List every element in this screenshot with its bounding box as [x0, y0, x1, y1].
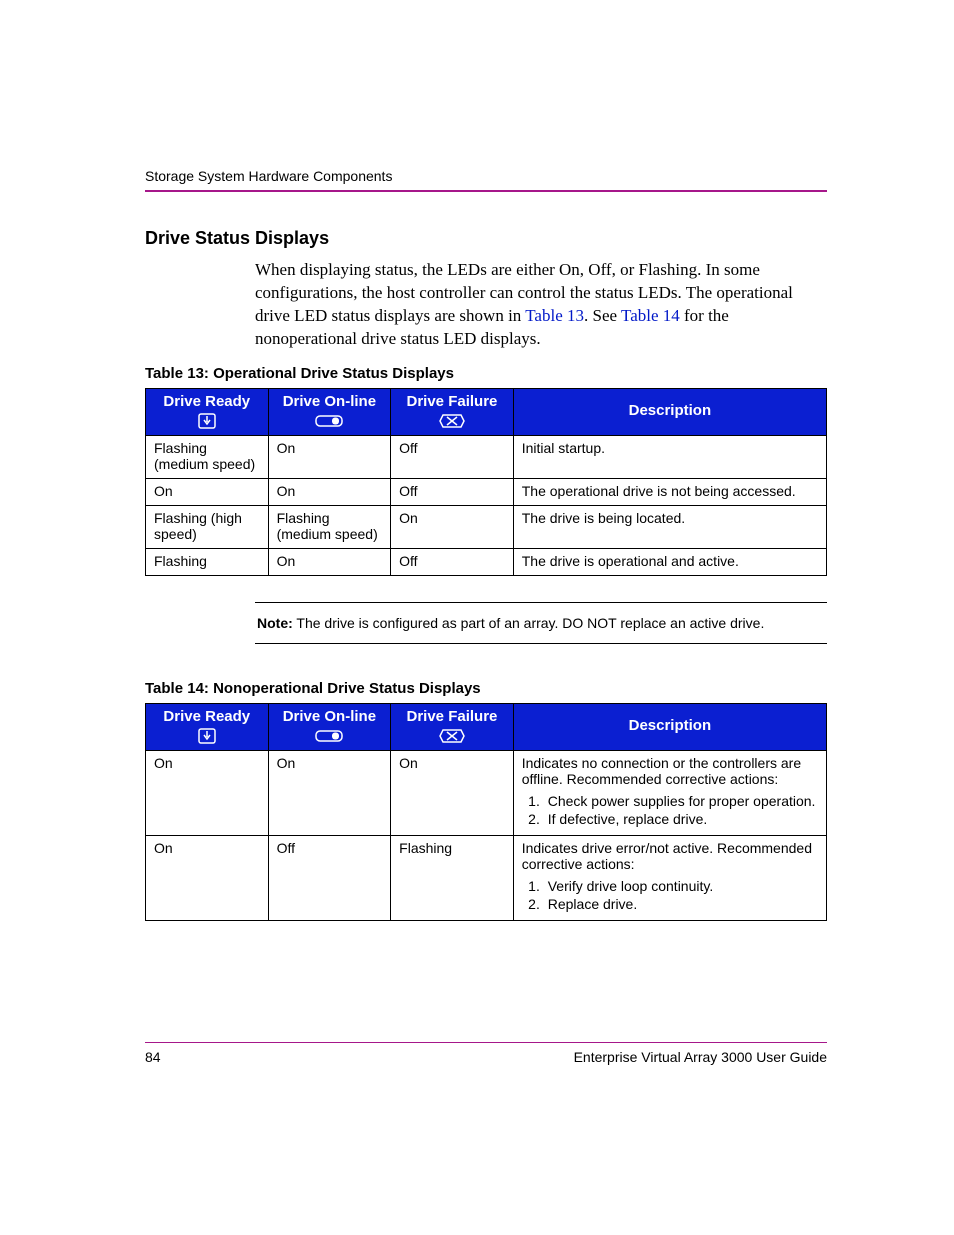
- desc-list: Check power supplies for proper operatio…: [544, 793, 818, 827]
- page-footer: 84 Enterprise Virtual Array 3000 User Gu…: [145, 1042, 827, 1066]
- th-drive-ready: Drive Ready: [146, 703, 269, 750]
- cell: On: [146, 835, 269, 920]
- cell: On: [146, 478, 269, 505]
- doc-title: Enterprise Virtual Array 3000 User Guide: [574, 1049, 827, 1065]
- th-label: Drive Failure: [407, 708, 498, 725]
- header-rule: [145, 190, 827, 192]
- table-14: Drive Ready Drive On-line Drive Failure: [145, 703, 827, 921]
- cell: On: [391, 505, 514, 548]
- drive-failure-icon: [397, 412, 507, 429]
- note-label: Note:: [257, 615, 293, 631]
- section-heading: Drive Status Displays: [145, 228, 827, 249]
- table-row: Flashing (high speed) Flashing (medium s…: [146, 505, 827, 548]
- cell: Off: [268, 835, 391, 920]
- cell: Initial startup.: [513, 435, 826, 478]
- cell: Flashing: [146, 548, 269, 575]
- th-drive-ready: Drive Ready: [146, 388, 269, 435]
- note-block: Note: The drive is configured as part of…: [255, 602, 827, 644]
- list-item: Replace drive.: [544, 896, 818, 912]
- intro-paragraph: When displaying status, the LEDs are eit…: [255, 259, 827, 351]
- cell: On: [391, 750, 514, 835]
- page-number: 84: [145, 1049, 161, 1065]
- table-13-caption: Table 13: Operational Drive Status Displ…: [145, 365, 827, 382]
- table-row: On On On Indicates no connection or the …: [146, 750, 827, 835]
- running-head: Storage System Hardware Components: [145, 168, 827, 184]
- cell: On: [146, 750, 269, 835]
- list-item: Check power supplies for proper operatio…: [544, 793, 818, 809]
- note-text: The drive is configured as part of an ar…: [293, 615, 765, 631]
- table-row: On Off Flashing Indicates drive error/no…: [146, 835, 827, 920]
- drive-online-icon: [275, 412, 385, 429]
- th-label: Description: [629, 717, 712, 734]
- footer-rule: [145, 1042, 827, 1044]
- cell: The operational drive is not being acces…: [513, 478, 826, 505]
- drive-ready-icon: [152, 727, 262, 744]
- table-row: On On Off The operational drive is not b…: [146, 478, 827, 505]
- cell: Off: [391, 435, 514, 478]
- cell: The drive is operational and active.: [513, 548, 826, 575]
- th-drive-failure: Drive Failure: [391, 388, 514, 435]
- cell: Flashing (medium speed): [146, 435, 269, 478]
- th-label: Drive On-line: [283, 708, 376, 725]
- th-label: Drive Failure: [407, 393, 498, 410]
- table-13: Drive Ready Drive On-line Drive Failure: [145, 388, 827, 576]
- th-description: Description: [513, 703, 826, 750]
- drive-ready-icon: [152, 412, 262, 429]
- desc-text: Indicates no connection or the controlle…: [522, 755, 801, 787]
- table-header-row: Drive Ready Drive On-line Drive Failure: [146, 703, 827, 750]
- table-header-row: Drive Ready Drive On-line Drive Failure: [146, 388, 827, 435]
- drive-failure-icon: [397, 727, 507, 744]
- intro-text-2: . See: [584, 306, 621, 325]
- cell: Flashing: [391, 835, 514, 920]
- th-drive-online: Drive On-line: [268, 388, 391, 435]
- table-row: Flashing (medium speed) On Off Initial s…: [146, 435, 827, 478]
- link-table-14[interactable]: Table 14: [621, 306, 680, 325]
- th-label: Description: [629, 402, 712, 419]
- cell: Off: [391, 548, 514, 575]
- th-drive-online: Drive On-line: [268, 703, 391, 750]
- cell: Flashing (high speed): [146, 505, 269, 548]
- cell-description: Indicates drive error/not active. Recomm…: [513, 835, 826, 920]
- cell: Off: [391, 478, 514, 505]
- th-label: Drive On-line: [283, 393, 376, 410]
- desc-text: Indicates drive error/not active. Recomm…: [522, 840, 812, 872]
- cell: On: [268, 750, 391, 835]
- drive-online-icon: [275, 727, 385, 744]
- th-label: Drive Ready: [163, 393, 250, 410]
- cell: Flashing (medium speed): [268, 505, 391, 548]
- th-drive-failure: Drive Failure: [391, 703, 514, 750]
- table-row: Flashing On Off The drive is operational…: [146, 548, 827, 575]
- cell: On: [268, 435, 391, 478]
- th-description: Description: [513, 388, 826, 435]
- desc-list: Verify drive loop continuity. Replace dr…: [544, 878, 818, 912]
- cell: On: [268, 478, 391, 505]
- cell-description: Indicates no connection or the controlle…: [513, 750, 826, 835]
- th-label: Drive Ready: [163, 708, 250, 725]
- cell: The drive is being located.: [513, 505, 826, 548]
- cell: On: [268, 548, 391, 575]
- list-item: Verify drive loop continuity.: [544, 878, 818, 894]
- link-table-13[interactable]: Table 13: [525, 306, 584, 325]
- list-item: If defective, replace drive.: [544, 811, 818, 827]
- table-14-caption: Table 14: Nonoperational Drive Status Di…: [145, 680, 827, 697]
